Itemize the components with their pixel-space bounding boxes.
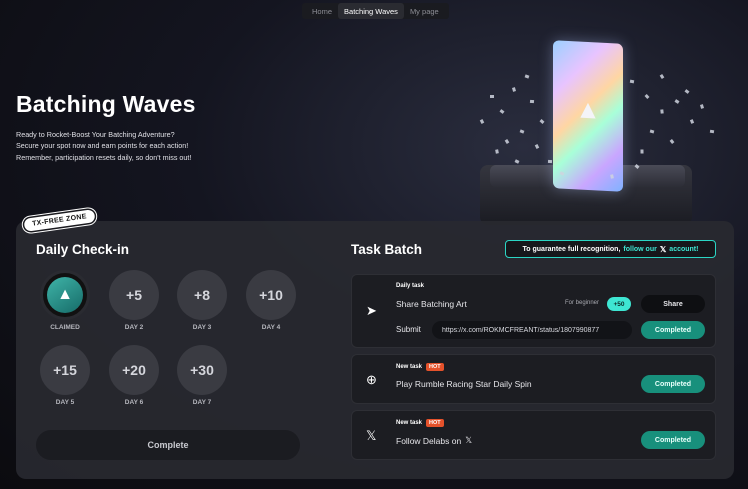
hot-badge: HOT: [426, 363, 444, 371]
hero-desc-line: Remember, participation resets daily, so…: [16, 152, 192, 162]
day-label: DAY 3: [192, 324, 212, 331]
share-button[interactable]: Share: [641, 295, 705, 313]
confetti-piece: [499, 109, 505, 114]
confetti-piece: [610, 174, 614, 179]
top-nav: Home Batching Waves My page: [302, 3, 449, 19]
confetti-piece: [689, 119, 695, 124]
x-logo-icon: 𝕏: [465, 435, 473, 445]
day-label: DAY 7: [192, 399, 212, 406]
confetti-piece: [504, 139, 510, 144]
confetti-piece: [709, 129, 715, 134]
confetti-piece: [539, 119, 545, 124]
hero-desc-line: Secure your spot now and earn points for…: [16, 141, 189, 151]
completed-button[interactable]: Completed: [641, 321, 705, 339]
nav-my-page[interactable]: My page: [404, 3, 445, 19]
task-tag-text: New task: [396, 364, 423, 370]
day-5[interactable]: +15: [40, 345, 90, 395]
day-label: DAY 4: [261, 324, 281, 331]
day-label: DAY 2: [124, 324, 144, 331]
task-tag: New task HOT: [396, 419, 444, 427]
task-name: Follow Delabs on 𝕏: [396, 435, 472, 446]
confetti-piece: [629, 79, 635, 84]
day-label: DAY 5: [55, 399, 75, 406]
confetti-piece: [495, 149, 499, 154]
batching-logo-icon: ▲: [47, 277, 83, 313]
confetti-piece: [699, 104, 705, 109]
recognition-text: To guarantee full recognition,: [522, 245, 621, 253]
task-name: Play Rumble Racing Star Daily Spin: [396, 379, 532, 389]
holo-card: ▲: [553, 40, 623, 192]
page-title: Batching Waves: [16, 91, 196, 117]
confetti-piece: [519, 129, 525, 134]
submit-label: Submit: [396, 325, 421, 334]
confetti-piece: [479, 119, 485, 124]
task-batch-title: Task Batch: [351, 242, 423, 257]
confetti-piece: [674, 99, 680, 104]
confetti-piece: [644, 94, 650, 99]
complete-checkin-button[interactable]: Complete: [36, 430, 300, 460]
confetti-piece: [514, 159, 520, 164]
task-card-follow-delabs: 𝕏 New task HOT Follow Delabs on 𝕏 Comple…: [351, 410, 716, 460]
x-logo-icon: 𝕏: [366, 428, 377, 443]
nav-home[interactable]: Home: [306, 3, 338, 19]
hot-badge: HOT: [426, 419, 444, 427]
confetti-piece: [659, 74, 665, 79]
day-7[interactable]: +30: [177, 345, 227, 395]
completed-button[interactable]: Completed: [641, 375, 705, 393]
confetti-piece: [684, 89, 690, 94]
points-badge: +50: [607, 297, 631, 311]
day-2[interactable]: +5: [109, 270, 159, 320]
day-label: DAY 6: [124, 399, 144, 406]
confetti-piece: [640, 149, 644, 154]
completed-button[interactable]: Completed: [641, 431, 705, 449]
task-tag: New task HOT: [396, 363, 444, 371]
confetti-piece: [669, 139, 675, 144]
beginner-label: For beginner: [565, 300, 600, 306]
follow-link[interactable]: follow our: [623, 246, 656, 253]
day-3[interactable]: +8: [177, 270, 227, 320]
hero-desc-line: Ready to Rocket-Boost Your Batching Adve…: [16, 130, 175, 139]
task-tag-text: New task: [396, 420, 423, 426]
batching-logo-icon: ▲: [575, 93, 601, 125]
day-1-claimed[interactable]: ▲: [40, 270, 90, 320]
send-icon: ➤: [366, 303, 377, 318]
hero-description: Ready to Rocket-Boost Your Batching Adve…: [16, 129, 236, 163]
day-label: CLAIMED: [50, 324, 80, 331]
confetti-piece: [534, 144, 540, 149]
task-name: Share Batching Art: [396, 299, 467, 309]
confetti-piece: [529, 99, 535, 104]
nav-batching-waves[interactable]: Batching Waves: [338, 3, 404, 19]
globe-icon: ⊕: [366, 372, 377, 387]
confetti-piece: [524, 74, 530, 79]
confetti-piece: [512, 87, 516, 92]
confetti-piece: [547, 159, 553, 164]
confetti-piece: [649, 129, 655, 134]
submit-url-input[interactable]: [432, 321, 632, 339]
recognition-suffix: account!: [669, 245, 699, 253]
daily-checkin-title: Daily Check-in: [36, 242, 130, 257]
task-name-text: Follow Delabs on: [396, 435, 462, 446]
confetti-piece: [490, 95, 494, 98]
recognition-banner[interactable]: To guarantee full recognition, follow ou…: [505, 240, 716, 258]
task-card-share: ➤ Daily task Share Batching Art For begi…: [351, 274, 716, 348]
task-tag: Daily task: [396, 283, 425, 289]
confetti-piece: [660, 109, 664, 114]
task-card-rumble: ⊕ New task HOT Play Rumble Racing Star D…: [351, 354, 716, 404]
x-logo-icon: 𝕏: [659, 244, 667, 254]
day-6[interactable]: +20: [109, 345, 159, 395]
day-4[interactable]: +10: [246, 270, 296, 320]
